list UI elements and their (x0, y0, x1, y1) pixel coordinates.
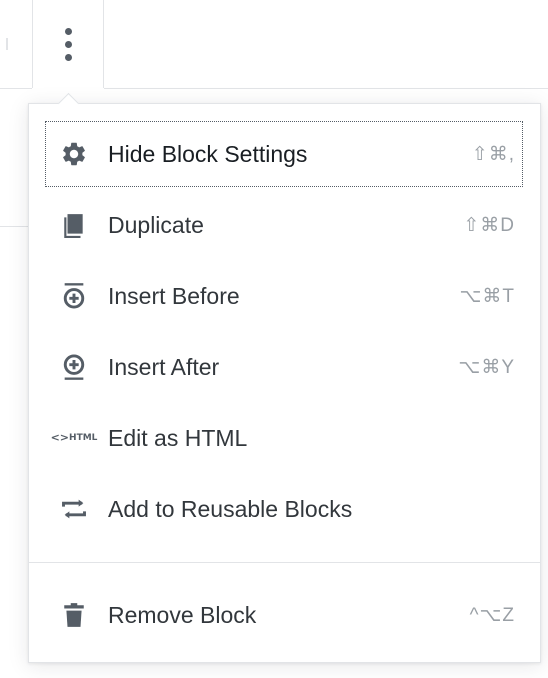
duplicate-icon (58, 209, 90, 241)
insert-after-icon (58, 351, 90, 383)
menu-item-remove-block[interactable]: Remove Block ^⌥Z (45, 582, 523, 648)
keyboard-shortcut: ⌥⌘Y (458, 356, 515, 378)
menu-item-insert-before[interactable]: Insert Before ⌥⌘T (45, 263, 523, 329)
menu-item-label: Insert Before (108, 282, 240, 309)
menu-item-insert-after[interactable]: Insert After ⌥⌘Y (45, 334, 523, 400)
more-options-button[interactable] (32, 0, 104, 88)
toolbar-right-segment (104, 0, 548, 89)
html-icon: <> HTML (50, 431, 98, 444)
keyboard-shortcut: ⇧⌘D (463, 214, 515, 236)
insert-before-icon (58, 280, 90, 312)
menu-item-label: Add to Reusable Blocks (108, 495, 353, 522)
menu-divider (29, 562, 540, 563)
menu-item-edit-as-html[interactable]: <> HTML Edit as HTML (45, 405, 523, 471)
trash-icon (58, 599, 90, 631)
toolbar-separator (6, 38, 8, 50)
ellipsis-vertical-icon (64, 27, 72, 61)
menu-item-label: Hide Block Settings (108, 140, 308, 167)
gear-icon (58, 138, 90, 170)
toolbar-left-segment (0, 0, 32, 89)
keyboard-shortcut: ^⌥Z (469, 604, 515, 626)
block-settings-menu: Hide Block Settings ⇧⌘, Duplicate ⇧⌘D In… (28, 103, 541, 663)
menu-item-duplicate[interactable]: Duplicate ⇧⌘D (45, 192, 523, 258)
menu-item-hide-block-settings[interactable]: Hide Block Settings ⇧⌘, (45, 121, 523, 187)
keyboard-shortcut: ⌥⌘T (459, 285, 515, 307)
menu-item-label: Insert After (108, 353, 220, 380)
menu-item-add-to-reusable-blocks[interactable]: Add to Reusable Blocks (45, 476, 523, 542)
menu-item-label: Duplicate (108, 211, 204, 238)
editor-content-divider (0, 226, 28, 227)
menu-item-label: Edit as HTML (108, 424, 248, 451)
keyboard-shortcut: ⇧⌘, (471, 143, 515, 165)
menu-item-label: Remove Block (108, 601, 257, 628)
reusable-blocks-icon (58, 493, 90, 525)
